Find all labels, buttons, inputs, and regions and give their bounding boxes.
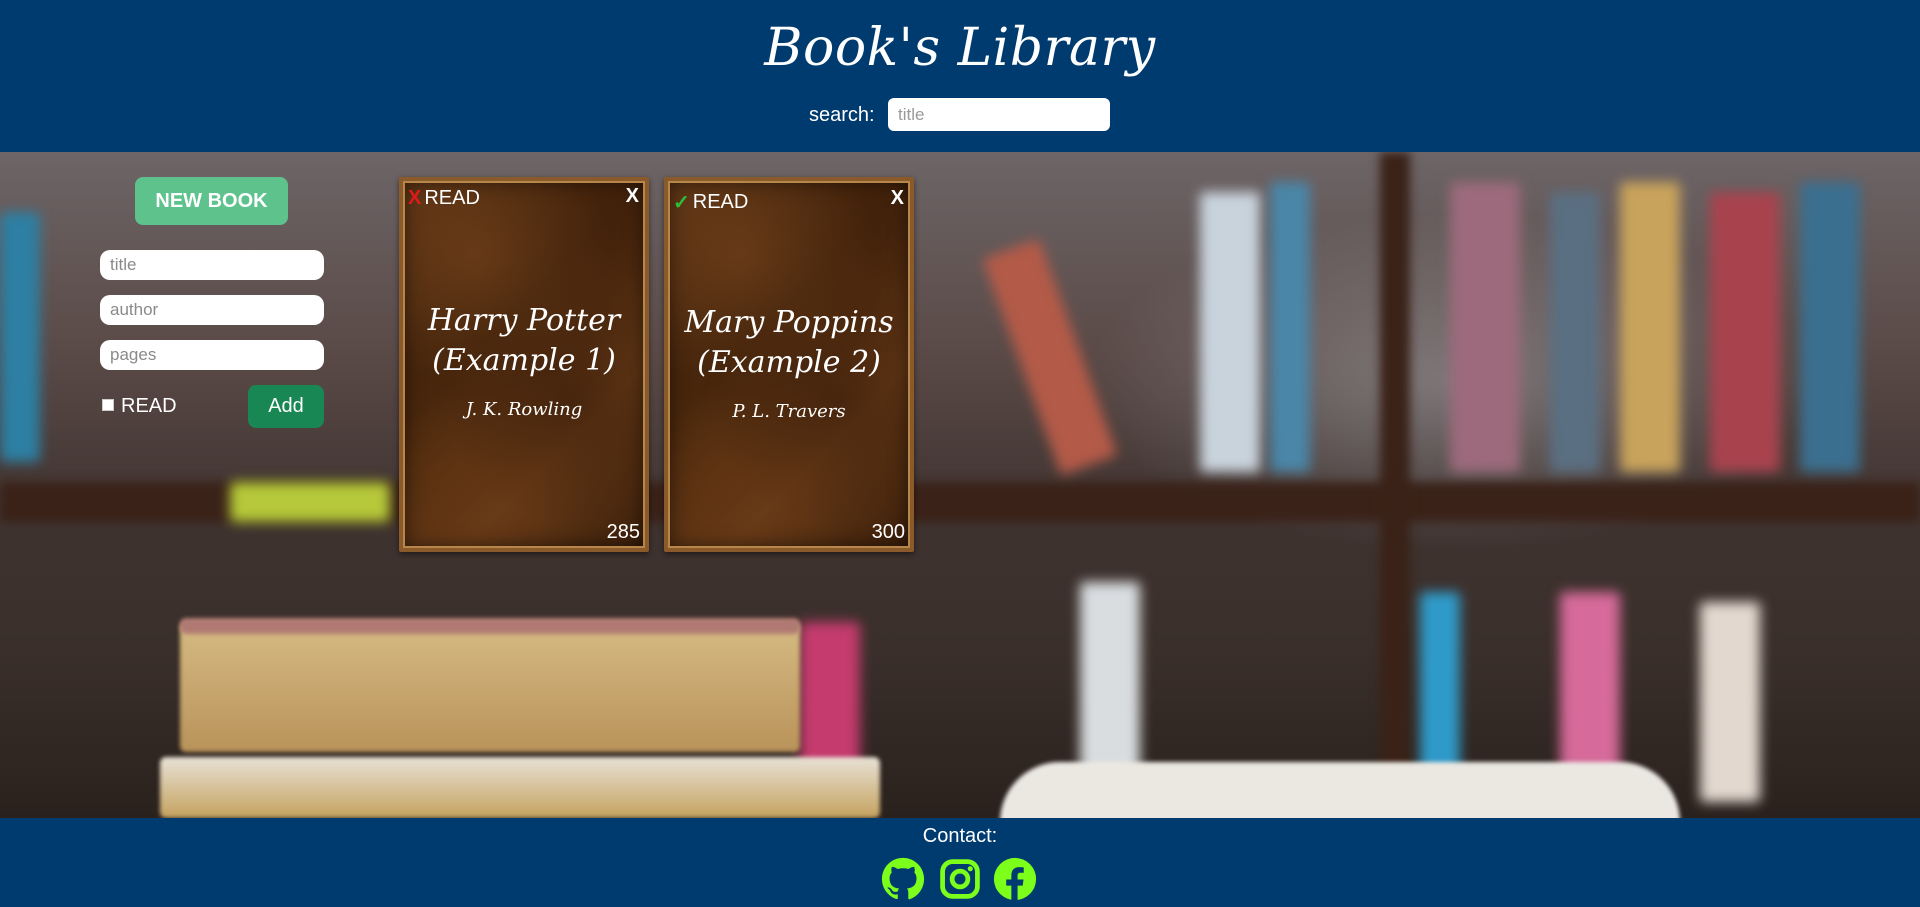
book-spine — [230, 482, 390, 522]
book-stack — [180, 618, 800, 634]
add-button[interactable]: Add — [248, 385, 324, 428]
read-status-label: READ — [692, 191, 749, 213]
title-field[interactable] — [100, 250, 324, 280]
book-spine — [1700, 602, 1760, 802]
book-stack — [160, 757, 880, 818]
read-check-icon: ✓ — [673, 192, 690, 214]
book-title: Mary Poppins (Example 2) — [668, 303, 910, 383]
not-read-icon: X — [408, 187, 422, 209]
book-title-line: (Example 2) — [697, 345, 881, 380]
delete-book-button[interactable]: X — [626, 185, 639, 208]
book-author: J. K. Rowling — [465, 399, 583, 420]
github-icon[interactable] — [881, 857, 925, 901]
author-field[interactable] — [100, 295, 324, 325]
header: Book's Library search: — [0, 0, 1920, 152]
book-spine — [1270, 182, 1310, 472]
book-spine — [982, 238, 1118, 476]
book-card: X READ X Harry Potter (Example 1) J. K. … — [399, 177, 649, 552]
read-status-label: READ — [424, 187, 480, 209]
read-checkbox-label: READ — [121, 395, 177, 417]
book-spine — [0, 212, 40, 462]
book-spine — [1710, 192, 1780, 472]
book-spine — [1200, 192, 1260, 472]
book-spine — [1800, 182, 1860, 472]
read-toggle[interactable]: X READ — [408, 187, 480, 210]
search-input[interactable] — [888, 98, 1110, 131]
book-card: ✓ READ X Mary Poppins (Example 2) P. L. … — [664, 177, 914, 552]
pages-field[interactable] — [100, 340, 324, 370]
book-pages: 300 — [871, 521, 905, 543]
book-pages: 285 — [606, 521, 640, 543]
new-book-button[interactable]: NEW BOOK — [135, 177, 288, 225]
book-title-line: (Example 1) — [432, 343, 616, 378]
book-stack — [180, 622, 800, 752]
book-author: P. L. Travers — [732, 401, 846, 422]
book-spine — [1550, 192, 1600, 472]
read-checkbox[interactable] — [102, 399, 114, 411]
book-title: Harry Potter (Example 1) — [403, 301, 645, 381]
book-title-line: Mary Poppins — [684, 305, 894, 340]
facebook-icon[interactable] — [993, 857, 1037, 901]
delete-book-button[interactable]: X — [891, 187, 904, 210]
book-spine — [1620, 182, 1680, 472]
instagram-icon[interactable] — [938, 857, 982, 901]
book-title-line: Harry Potter — [427, 303, 621, 338]
search-label: search: — [809, 104, 875, 126]
read-toggle[interactable]: ✓ READ — [673, 190, 748, 215]
shelf-post — [1380, 152, 1410, 818]
open-book — [1000, 762, 1680, 818]
contact-label: Contact: — [922, 825, 998, 847]
page-title: Book's Library — [764, 18, 1156, 78]
book-spine — [1450, 182, 1520, 472]
